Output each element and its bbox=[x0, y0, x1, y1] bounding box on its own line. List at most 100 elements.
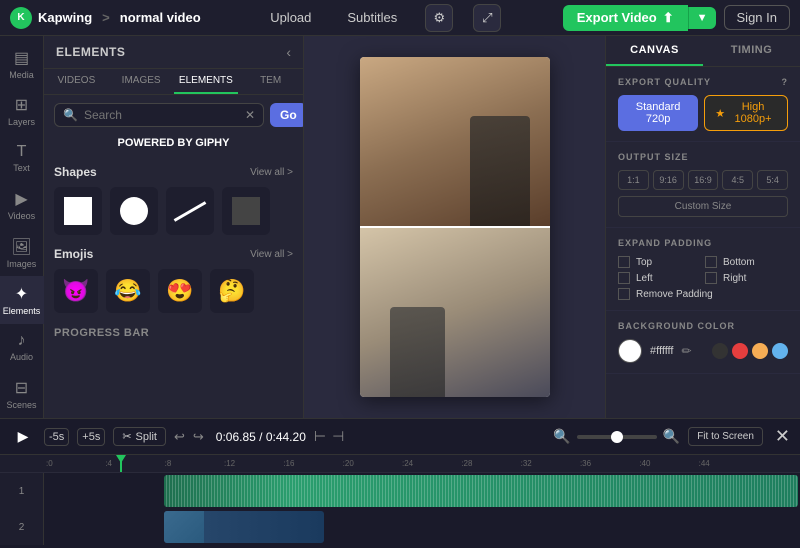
undo-button[interactable]: ↩ bbox=[174, 429, 185, 445]
custom-size-button[interactable]: Custom Size bbox=[618, 196, 788, 217]
emoji-devil[interactable]: 😈 bbox=[54, 269, 98, 313]
emoji-think[interactable]: 🤔 bbox=[210, 269, 254, 313]
padding-bottom: Bottom bbox=[705, 256, 788, 268]
emoji-love[interactable]: 😍 bbox=[158, 269, 202, 313]
padding-right-checkbox[interactable] bbox=[705, 272, 717, 284]
close-timeline-button[interactable]: ✕ bbox=[775, 426, 790, 447]
quality-row: Standard 720p ★ High 1080p+ bbox=[618, 95, 788, 131]
shape-dark[interactable] bbox=[222, 187, 270, 235]
shape-square[interactable] bbox=[54, 187, 102, 235]
sidebar-label-videos: Videos bbox=[8, 211, 35, 221]
padding-bottom-label: Bottom bbox=[723, 257, 755, 268]
mark-0: :0 bbox=[44, 459, 103, 468]
mark-12: :12 bbox=[222, 459, 281, 468]
size-16-9[interactable]: 16:9 bbox=[688, 170, 719, 190]
size-1-1[interactable]: 1:1 bbox=[618, 170, 649, 190]
sidebar-item-videos[interactable]: ▶ Videos bbox=[0, 182, 44, 229]
tab-videos[interactable]: VIDEOS bbox=[44, 69, 109, 94]
padding-left-checkbox[interactable] bbox=[618, 272, 630, 284]
split-button[interactable]: ✂ Split bbox=[113, 427, 166, 446]
track-thumb bbox=[164, 511, 204, 543]
track-clip-sub[interactable] bbox=[164, 511, 324, 543]
upload-button[interactable]: Upload bbox=[262, 6, 319, 29]
emoji-laugh[interactable]: 😂 bbox=[106, 269, 150, 313]
emojis-view-all[interactable]: View all > bbox=[250, 249, 293, 260]
skip-back-button[interactable]: -5s bbox=[44, 428, 69, 446]
mark-28: :28 bbox=[459, 459, 518, 468]
shape-line[interactable] bbox=[166, 187, 214, 235]
sidebar-label-elements: Elements bbox=[3, 306, 41, 316]
shapes-view-all[interactable]: View all > bbox=[250, 167, 293, 178]
search-input[interactable] bbox=[84, 108, 239, 122]
tab-templates[interactable]: TEM bbox=[238, 69, 303, 94]
color-preview[interactable] bbox=[618, 339, 642, 363]
emojis-title: Emojis bbox=[54, 247, 93, 261]
track-content-1[interactable] bbox=[44, 473, 800, 509]
size-9-16[interactable]: 9:16 bbox=[653, 170, 684, 190]
search-icon: 🔍 bbox=[63, 108, 78, 122]
standard-quality-button[interactable]: Standard 720p bbox=[618, 95, 698, 131]
panel-tabs: VIDEOS IMAGES ELEMENTS TEM bbox=[44, 69, 303, 95]
align-center-icon[interactable]: ⊣ bbox=[332, 428, 344, 445]
swatch-red[interactable] bbox=[732, 343, 748, 359]
zoom-out-icon[interactable]: 🔍 bbox=[553, 428, 570, 445]
padding-top: Top bbox=[618, 256, 701, 268]
bottom-area: ▶ -5s +5s ✂ Split ↩ ↪ 0:06.85 / 0:44.20 … bbox=[0, 418, 800, 548]
remove-padding-row[interactable]: Remove Padding bbox=[618, 288, 788, 300]
app-logo[interactable]: K Kapwing > normal video bbox=[10, 7, 201, 29]
size-5-4[interactable]: 5:4 bbox=[757, 170, 788, 190]
redo-button[interactable]: ↪ bbox=[193, 429, 204, 445]
zoom-slider[interactable] bbox=[577, 435, 657, 439]
right-panel: CANVAS TIMING EXPORT QUALITY ? Standard … bbox=[605, 36, 800, 418]
swatch-orange[interactable] bbox=[752, 343, 768, 359]
track-row-2: 2 bbox=[0, 509, 800, 545]
fit-screen-button[interactable]: Fit to Screen bbox=[688, 427, 763, 446]
remove-padding-checkbox[interactable] bbox=[618, 288, 630, 300]
playhead[interactable] bbox=[120, 455, 122, 472]
mark-44: :44 bbox=[697, 459, 756, 468]
sidebar-item-elements[interactable]: ✦ Elements bbox=[0, 276, 44, 323]
icon-sidebar: ▤ Media ⊞ Layers T Text ▶ Videos 🖼 Image… bbox=[0, 36, 44, 418]
swatch-dark[interactable] bbox=[712, 343, 728, 359]
sidebar-item-media[interactable]: ▤ Media bbox=[0, 40, 44, 87]
canvas-content bbox=[360, 57, 550, 397]
track-rows: 1 2 bbox=[0, 473, 800, 545]
padding-top-checkbox[interactable] bbox=[618, 256, 630, 268]
time-display: 0:06.85 / 0:44.20 bbox=[216, 430, 306, 444]
figure-top bbox=[470, 116, 530, 226]
export-dropdown-button[interactable]: ▼ bbox=[688, 7, 716, 29]
tab-timing[interactable]: TIMING bbox=[703, 36, 800, 66]
high-quality-button[interactable]: ★ High 1080p+ bbox=[704, 95, 788, 131]
sidebar-item-scenes[interactable]: ⊟ Scenes bbox=[0, 371, 44, 418]
padding-bottom-checkbox[interactable] bbox=[705, 256, 717, 268]
subtitles-button[interactable]: Subtitles bbox=[339, 6, 405, 29]
go-button[interactable]: Go bbox=[270, 103, 304, 127]
export-button[interactable]: Export Video ⬆ bbox=[563, 5, 688, 31]
zoom-in-icon[interactable]: 🔍 bbox=[663, 428, 680, 445]
color-picker-icon[interactable]: ✏ bbox=[681, 344, 691, 358]
size-4-5[interactable]: 4:5 bbox=[722, 170, 753, 190]
sidebar-item-text[interactable]: T Text bbox=[0, 135, 44, 182]
color-swatches bbox=[712, 343, 788, 359]
panel-close-button[interactable]: ‹ bbox=[286, 44, 291, 60]
skip-fwd-button[interactable]: +5s bbox=[77, 428, 105, 446]
play-button[interactable]: ▶ bbox=[10, 424, 36, 450]
settings-icon[interactable]: ⚙ bbox=[425, 4, 453, 32]
sidebar-item-images[interactable]: 🖼 Images bbox=[0, 229, 44, 276]
swatch-blue[interactable] bbox=[772, 343, 788, 359]
background-color-section: BACKGROUND COLOR #ffffff ✏ bbox=[606, 311, 800, 374]
search-clear-button[interactable]: ✕ bbox=[245, 108, 255, 122]
sidebar-item-audio[interactable]: ♪ Audio bbox=[0, 324, 44, 371]
tab-canvas[interactable]: CANVAS bbox=[606, 36, 703, 66]
logo-icon: K bbox=[10, 7, 32, 29]
shape-circle[interactable] bbox=[110, 187, 158, 235]
track-content-2[interactable] bbox=[44, 509, 800, 545]
sidebar-item-layers[interactable]: ⊞ Layers bbox=[0, 87, 44, 134]
help-icon[interactable]: ? bbox=[782, 77, 789, 87]
tab-images[interactable]: IMAGES bbox=[109, 69, 174, 94]
align-left-icon[interactable]: ⊢ bbox=[314, 428, 326, 445]
tab-elements[interactable]: ELEMENTS bbox=[174, 69, 239, 94]
track-clip-main[interactable] bbox=[164, 475, 798, 507]
signin-button[interactable]: Sign In bbox=[724, 5, 790, 30]
share-icon[interactable]: ⤢ bbox=[473, 4, 501, 32]
